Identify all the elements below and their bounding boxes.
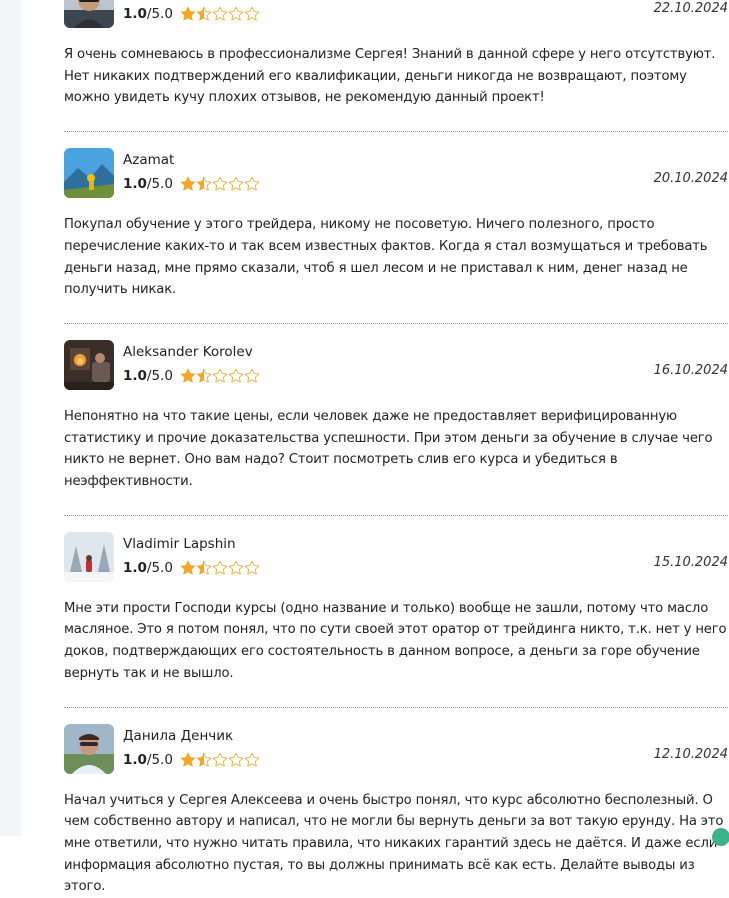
review-text: Мне эти прости Господи курсы (одно назва… xyxy=(64,600,727,681)
review-rating: 1.0/5.0 xyxy=(123,368,260,384)
star-full-icon xyxy=(180,368,196,383)
review-divider xyxy=(64,706,728,708)
review-item: Vladimir Lapshin 1.0/5.0 15.10.2024 Мне … xyxy=(64,531,728,685)
star-rating xyxy=(180,560,260,576)
fireplace-room-avatar xyxy=(64,339,114,390)
rating-score: 1.0 xyxy=(123,367,147,384)
rating-max: /5.0 xyxy=(146,6,173,22)
review-text: Я очень сомневаюсь в профессионализме Се… xyxy=(64,47,716,106)
mountain-landscape-avatar xyxy=(64,148,114,199)
review-item: Данила Денчик 1.0/5.0 12.10.2024 Начал у… xyxy=(64,723,728,898)
star-half-icon xyxy=(196,368,212,383)
star-full-icon xyxy=(180,560,196,575)
review-header: 1.0/5.0 22.10.2024 xyxy=(64,0,728,36)
star-empty-icon xyxy=(212,751,228,767)
review-author: Azamat xyxy=(123,152,175,169)
review-text: Непонятно на что такие цены, если челове… xyxy=(64,408,713,490)
star-empty-icon xyxy=(228,560,244,575)
star-rating xyxy=(180,176,260,192)
star-half-icon xyxy=(196,176,212,191)
star-half-icon xyxy=(196,560,212,575)
review-rating: 1.0/5.0 xyxy=(123,176,260,192)
review-text: Покупал обучение у этого трейдера, ником… xyxy=(64,217,708,298)
review-date: 15.10.2024 xyxy=(653,554,728,570)
star-empty-icon xyxy=(244,6,260,21)
review-text: Начал учиться у Сергея Алексеева и очень… xyxy=(64,792,724,895)
star-empty-icon xyxy=(244,560,260,575)
star-half-icon xyxy=(196,751,212,767)
reviews-list: 1.0/5.0 22.10.2024 Я очень сомневаюсь в … xyxy=(64,0,728,898)
review-rating: 1.0/5.0 xyxy=(123,6,260,22)
star-empty-icon xyxy=(228,751,244,767)
review-divider xyxy=(64,322,728,324)
rating-max: /5.0 xyxy=(146,367,173,384)
review-header: Данила Денчик 1.0/5.0 12.10.2024 xyxy=(64,723,728,782)
review-author: Vladimir Lapshin xyxy=(123,535,236,552)
rating-score: 1.0 xyxy=(123,559,147,576)
star-empty-icon xyxy=(244,368,260,383)
review-header: Aleksander Korolev 1.0/5.0 16.10.2024 xyxy=(64,339,728,398)
review-item: Azamat 1.0/5.0 20.10.2024 Покупал обучен… xyxy=(64,148,728,301)
star-empty-icon xyxy=(244,751,260,767)
review-divider xyxy=(64,131,728,133)
review-item: 1.0/5.0 22.10.2024 Я очень сомневаюсь в … xyxy=(64,0,728,109)
star-full-icon xyxy=(180,176,196,191)
review-header: Azamat 1.0/5.0 20.10.2024 xyxy=(64,148,728,206)
review-date: 20.10.2024 xyxy=(653,171,728,187)
star-empty-icon xyxy=(228,6,244,21)
star-empty-icon xyxy=(228,368,244,383)
review-rating: 1.0/5.0 xyxy=(123,752,260,768)
rating-max: /5.0 xyxy=(146,559,173,576)
star-full-icon xyxy=(180,6,196,21)
snowy-forest-avatar xyxy=(64,531,114,582)
rating-max: /5.0 xyxy=(146,176,173,193)
review-date: 16.10.2024 xyxy=(653,362,728,378)
star-rating xyxy=(180,751,260,768)
review-date: 12.10.2024 xyxy=(653,746,728,762)
chat-widget-icon[interactable] xyxy=(712,828,729,846)
star-empty-icon xyxy=(228,176,244,191)
star-empty-icon xyxy=(212,368,228,383)
star-full-icon xyxy=(180,751,196,767)
review-author: Данила Денчик xyxy=(123,727,234,744)
man-in-sunglasses-avatar xyxy=(64,0,114,28)
man-portrait-avatar xyxy=(64,723,114,774)
review-item: Aleksander Korolev 1.0/5.0 16.10.2024 Не… xyxy=(64,339,728,493)
star-empty-icon xyxy=(212,176,228,191)
review-header: Vladimir Lapshin 1.0/5.0 15.10.2024 xyxy=(64,531,728,590)
star-half-icon xyxy=(196,6,212,21)
star-empty-icon xyxy=(212,560,228,575)
review-divider xyxy=(64,514,728,516)
review-author: Aleksander Korolev xyxy=(123,343,253,360)
star-rating xyxy=(180,6,260,22)
review-rating: 1.0/5.0 xyxy=(123,560,260,576)
rating-score: 1.0 xyxy=(123,6,147,22)
rating-max: /5.0 xyxy=(146,751,173,768)
review-date: 22.10.2024 xyxy=(653,1,728,16)
rating-score: 1.0 xyxy=(123,176,147,193)
left-sidebar-strip xyxy=(0,0,21,836)
star-rating xyxy=(180,368,260,384)
star-empty-icon xyxy=(244,176,260,191)
star-empty-icon xyxy=(212,6,228,21)
rating-score: 1.0 xyxy=(123,751,147,768)
